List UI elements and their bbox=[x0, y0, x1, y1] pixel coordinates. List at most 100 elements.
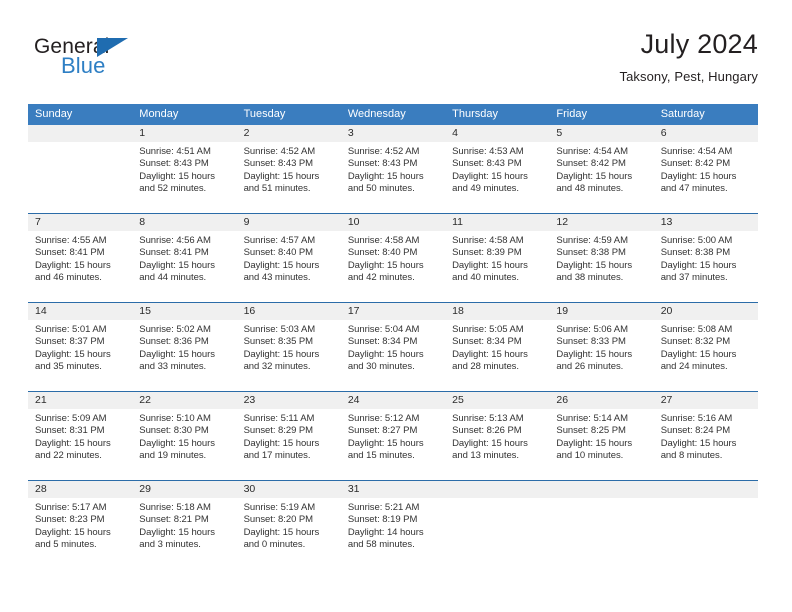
week-detail-band: Sunrise: 5:17 AM Sunset: 8:23 PM Daylight:… bbox=[28, 498, 758, 569]
day-number[interactable]: 17 bbox=[341, 303, 445, 320]
day-detail-line: Sunset: 8:43 PM bbox=[347, 158, 418, 170]
day-cell-empty bbox=[28, 142, 132, 213]
day-cell[interactable]: Sunrise: 5:14 AM Sunset: 8:25 PM Daylight:… bbox=[549, 409, 653, 480]
day-detail-line: Sunset: 8:20 PM bbox=[243, 514, 314, 526]
day-detail-line: Sunrise: 5:11 AM bbox=[243, 413, 315, 424]
day-number[interactable]: 3 bbox=[341, 125, 445, 142]
day-detail-line: Daylight: 15 hours bbox=[347, 348, 424, 360]
day-number[interactable]: 29 bbox=[132, 481, 236, 498]
day-number[interactable]: 16 bbox=[237, 303, 341, 320]
day-cell[interactable]: Sunrise: 5:04 AM Sunset: 8:34 PM Daylight:… bbox=[341, 320, 445, 391]
day-cell[interactable]: Sunrise: 5:13 AM Sunset: 8:26 PM Daylight:… bbox=[445, 409, 549, 480]
weekday-header-thursday: Thursday bbox=[452, 108, 498, 120]
day-number[interactable]: 15 bbox=[132, 303, 236, 320]
day-number[interactable]: 14 bbox=[28, 303, 132, 320]
day-number-empty bbox=[445, 481, 549, 498]
day-cell[interactable]: Sunrise: 5:10 AM Sunset: 8:30 PM Daylight:… bbox=[132, 409, 236, 480]
day-cell[interactable]: Sunrise: 4:58 AM Sunset: 8:39 PM Daylight:… bbox=[445, 231, 549, 302]
day-cell[interactable]: Sunrise: 4:54 AM Sunset: 8:42 PM Daylight:… bbox=[654, 142, 758, 213]
day-detail-line: Daylight: 15 hours bbox=[556, 259, 633, 271]
week-date-band: 21 22 23 24 25 26 27 bbox=[28, 392, 758, 409]
day-detail-line: and 48 minutes. bbox=[556, 183, 624, 195]
day-cell[interactable]: Sunrise: 5:01 AM Sunset: 8:37 PM Daylight:… bbox=[28, 320, 132, 391]
day-number[interactable]: 22 bbox=[132, 392, 236, 409]
day-cell[interactable]: Sunrise: 5:19 AM Sunset: 8:20 PM Daylight:… bbox=[237, 498, 341, 569]
day-detail-line: Sunset: 8:42 PM bbox=[660, 158, 731, 170]
day-number[interactable]: 27 bbox=[654, 392, 758, 409]
day-number[interactable]: 20 bbox=[654, 303, 758, 320]
day-detail-line: Daylight: 15 hours bbox=[660, 170, 737, 182]
day-cell[interactable]: Sunrise: 5:05 AM Sunset: 8:34 PM Daylight:… bbox=[445, 320, 549, 391]
day-cell[interactable]: Sunrise: 4:52 AM Sunset: 8:43 PM Daylight:… bbox=[341, 142, 445, 213]
day-detail-line: Sunrise: 5:03 AM bbox=[243, 324, 316, 335]
day-cell[interactable]: Sunrise: 4:54 AM Sunset: 8:42 PM Daylight:… bbox=[549, 142, 653, 213]
day-cell[interactable]: Sunrise: 4:51 AM Sunset: 8:43 PM Daylight:… bbox=[132, 142, 236, 213]
weekday-header-wednesday: Wednesday bbox=[347, 108, 406, 120]
day-cell[interactable]: Sunrise: 4:57 AM Sunset: 8:40 PM Daylight:… bbox=[237, 231, 341, 302]
day-number[interactable]: 21 bbox=[28, 392, 132, 409]
day-detail-line: and 33 minutes. bbox=[139, 361, 207, 373]
day-detail-line: Sunrise: 4:58 AM bbox=[452, 235, 524, 246]
day-cell[interactable]: Sunrise: 5:09 AM Sunset: 8:31 PM Daylight:… bbox=[28, 409, 132, 480]
day-detail-line: and 37 minutes. bbox=[660, 272, 728, 284]
day-detail-line: Sunset: 8:30 PM bbox=[139, 425, 209, 437]
day-number[interactable]: 24 bbox=[341, 392, 445, 409]
day-number[interactable]: 25 bbox=[445, 392, 549, 409]
calendar-week-row: 21 22 23 24 25 26 27 Sunrise: 5:09 AM Sunset: 8:… bbox=[28, 391, 758, 480]
day-cell[interactable]: Sunrise: 4:55 AM Sunset: 8:41 PM Daylight:… bbox=[28, 231, 132, 302]
day-number[interactable]: 10 bbox=[341, 214, 445, 231]
day-number[interactable]: 1 bbox=[132, 125, 236, 142]
day-number[interactable]: 13 bbox=[654, 214, 758, 231]
day-number[interactable]: 31 bbox=[341, 481, 445, 498]
day-detail-line: and 47 minutes. bbox=[660, 183, 728, 195]
day-cell[interactable]: Sunrise: 4:59 AM Sunset: 8:38 PM Daylight:… bbox=[549, 231, 653, 302]
day-number[interactable]: 7 bbox=[28, 214, 132, 231]
day-cell[interactable]: Sunrise: 5:00 AM Sunset: 8:38 PM Daylight:… bbox=[654, 231, 758, 302]
day-detail-line: Sunset: 8:36 PM bbox=[139, 336, 209, 348]
day-number-empty bbox=[28, 125, 132, 142]
day-number[interactable]: 23 bbox=[237, 392, 341, 409]
day-cell[interactable]: Sunrise: 5:18 AM Sunset: 8:21 PM Daylight:… bbox=[132, 498, 236, 569]
day-cell[interactable]: Sunrise: 5:08 AM Sunset: 8:32 PM Daylight:… bbox=[654, 320, 758, 391]
day-cell[interactable]: Sunrise: 5:11 AM Sunset: 8:29 PM Daylight:… bbox=[237, 409, 341, 480]
day-detail-line: Sunset: 8:32 PM bbox=[660, 336, 731, 348]
day-cell[interactable]: Sunrise: 5:03 AM Sunset: 8:35 PM Daylight:… bbox=[237, 320, 341, 391]
day-detail-line: Daylight: 15 hours bbox=[347, 259, 424, 271]
day-cell[interactable]: Sunrise: 4:53 AM Sunset: 8:43 PM Daylight:… bbox=[445, 142, 549, 213]
day-detail-line: Sunrise: 5:13 AM bbox=[452, 413, 524, 424]
day-cell[interactable]: Sunrise: 5:16 AM Sunset: 8:24 PM Daylight:… bbox=[654, 409, 758, 480]
day-number[interactable]: 30 bbox=[237, 481, 341, 498]
day-detail-line: Sunset: 8:42 PM bbox=[556, 158, 626, 170]
day-number[interactable]: 26 bbox=[549, 392, 653, 409]
day-number[interactable]: 6 bbox=[654, 125, 758, 142]
day-cell[interactable]: Sunrise: 5:17 AM Sunset: 8:23 PM Daylight:… bbox=[28, 498, 132, 569]
day-cell[interactable]: Sunrise: 5:02 AM Sunset: 8:36 PM Daylight:… bbox=[132, 320, 236, 391]
day-cell-empty bbox=[654, 498, 758, 569]
day-cell[interactable]: Sunrise: 4:58 AM Sunset: 8:40 PM Daylight:… bbox=[341, 231, 445, 302]
day-number[interactable]: 28 bbox=[28, 481, 132, 498]
day-detail-line: Daylight: 15 hours bbox=[243, 259, 320, 271]
day-cell[interactable]: Sunrise: 4:56 AM Sunset: 8:41 PM Daylight:… bbox=[132, 231, 236, 302]
day-number[interactable]: 12 bbox=[549, 214, 653, 231]
day-detail-line: and 44 minutes. bbox=[139, 272, 207, 284]
day-number[interactable]: 11 bbox=[445, 214, 549, 231]
day-number[interactable]: 5 bbox=[549, 125, 653, 142]
calendar-grid: Sunday Monday Tuesday Wednesday Thursday Frid… bbox=[28, 104, 758, 569]
day-number-empty bbox=[549, 481, 653, 498]
day-detail-line: Sunset: 8:40 PM bbox=[243, 247, 314, 259]
general-blue-logo[interactable]: General Blue bbox=[34, 36, 214, 86]
day-cell[interactable]: Sunrise: 5:21 AM Sunset: 8:19 PM Daylight:… bbox=[341, 498, 445, 569]
day-detail-line: Daylight: 15 hours bbox=[243, 170, 320, 182]
day-cell[interactable]: Sunrise: 4:52 AM Sunset: 8:43 PM Daylight:… bbox=[237, 142, 341, 213]
day-cell[interactable]: Sunrise: 5:12 AM Sunset: 8:27 PM Daylight:… bbox=[341, 409, 445, 480]
day-detail-line: and 0 minutes. bbox=[243, 539, 306, 551]
day-detail-line: Sunset: 8:38 PM bbox=[556, 247, 626, 259]
day-number[interactable]: 2 bbox=[237, 125, 341, 142]
day-cell[interactable]: Sunrise: 5:06 AM Sunset: 8:33 PM Daylight:… bbox=[549, 320, 653, 391]
day-number[interactable]: 18 bbox=[445, 303, 549, 320]
day-number[interactable]: 9 bbox=[237, 214, 341, 231]
day-number[interactable]: 4 bbox=[445, 125, 549, 142]
day-number[interactable]: 19 bbox=[549, 303, 653, 320]
week-detail-band: Sunrise: 5:01 AM Sunset: 8:37 PM Daylight:… bbox=[28, 320, 758, 391]
day-number[interactable]: 8 bbox=[132, 214, 236, 231]
